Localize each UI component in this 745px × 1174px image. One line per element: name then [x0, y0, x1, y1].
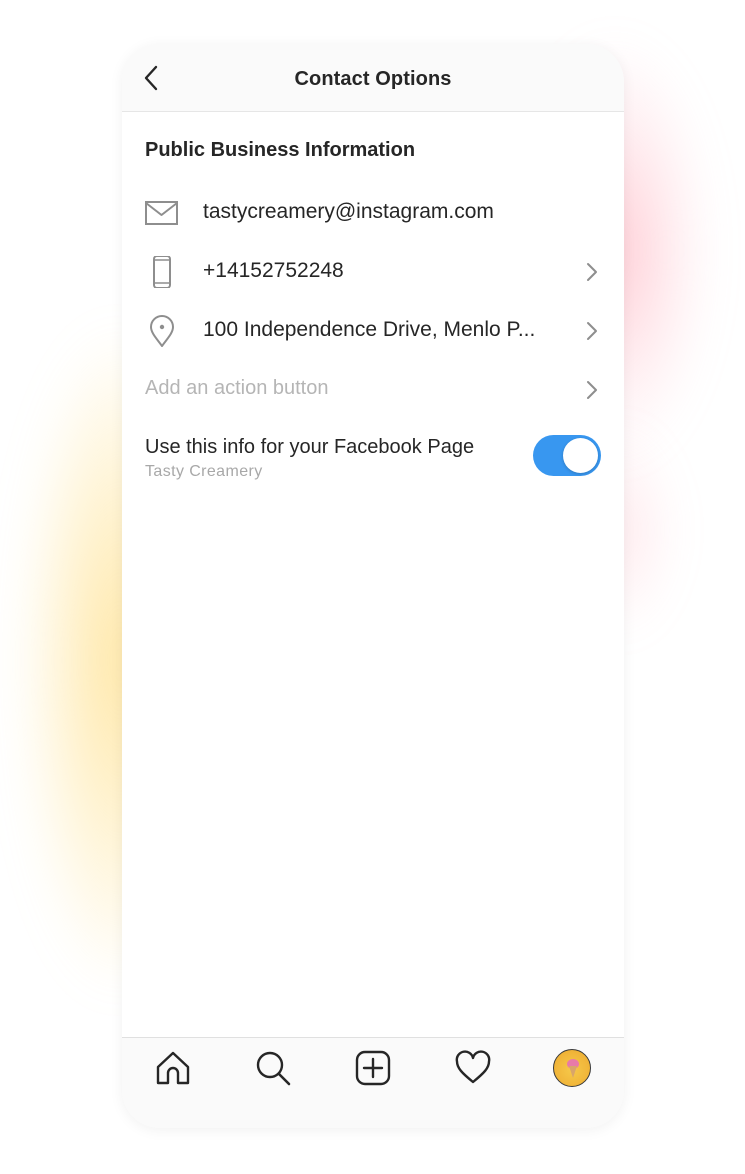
location-pin-icon: [150, 315, 174, 347]
email-row[interactable]: tastycreamery@instagram.com: [122, 187, 624, 237]
heart-icon: [455, 1050, 491, 1084]
email-value: tastycreamery@instagram.com: [203, 200, 494, 223]
bottom-tab-bar: [122, 1037, 624, 1128]
tab-activity[interactable]: [453, 1048, 493, 1088]
envelope-icon: [145, 201, 178, 225]
phone-icon: [153, 256, 171, 288]
tab-new-post[interactable]: [353, 1048, 393, 1088]
page-title: Contact Options: [294, 68, 452, 90]
search-icon: [256, 1051, 291, 1086]
tab-profile[interactable]: [553, 1049, 591, 1087]
home-icon: [156, 1051, 190, 1085]
tab-home[interactable]: [153, 1048, 193, 1088]
address-row[interactable]: 100 Independence Drive, Menlo P...: [122, 305, 624, 355]
address-value: 100 Independence Drive, Menlo P...: [203, 318, 536, 341]
avatar: [553, 1049, 591, 1087]
phone-frame: Contact Options Public Business Informat…: [122, 44, 624, 1128]
phone-row[interactable]: +14152752248: [122, 246, 624, 296]
tab-search[interactable]: [253, 1048, 293, 1088]
toggle-knob: [563, 438, 598, 473]
add-action-button-row[interactable]: Add an action button: [122, 364, 624, 414]
chevron-right-icon: [587, 322, 597, 340]
chevron-right-icon: [587, 381, 597, 399]
facebook-page-row: Use this info for your Facebook Page Tas…: [122, 430, 624, 490]
add-post-icon: [355, 1050, 391, 1086]
add-action-button-label: Add an action button: [145, 377, 329, 399]
facebook-page-name: Tasty Creamery: [145, 463, 263, 480]
ice-cream-cone: [569, 1066, 577, 1078]
phone-value: +14152752248: [203, 259, 344, 282]
top-nav-bar: Contact Options: [122, 44, 624, 112]
chevron-right-icon: [587, 263, 597, 281]
section-title: Public Business Information: [145, 139, 416, 161]
facebook-sync-toggle[interactable]: [533, 435, 601, 476]
facebook-page-label: Use this info for your Facebook Page: [145, 436, 475, 458]
